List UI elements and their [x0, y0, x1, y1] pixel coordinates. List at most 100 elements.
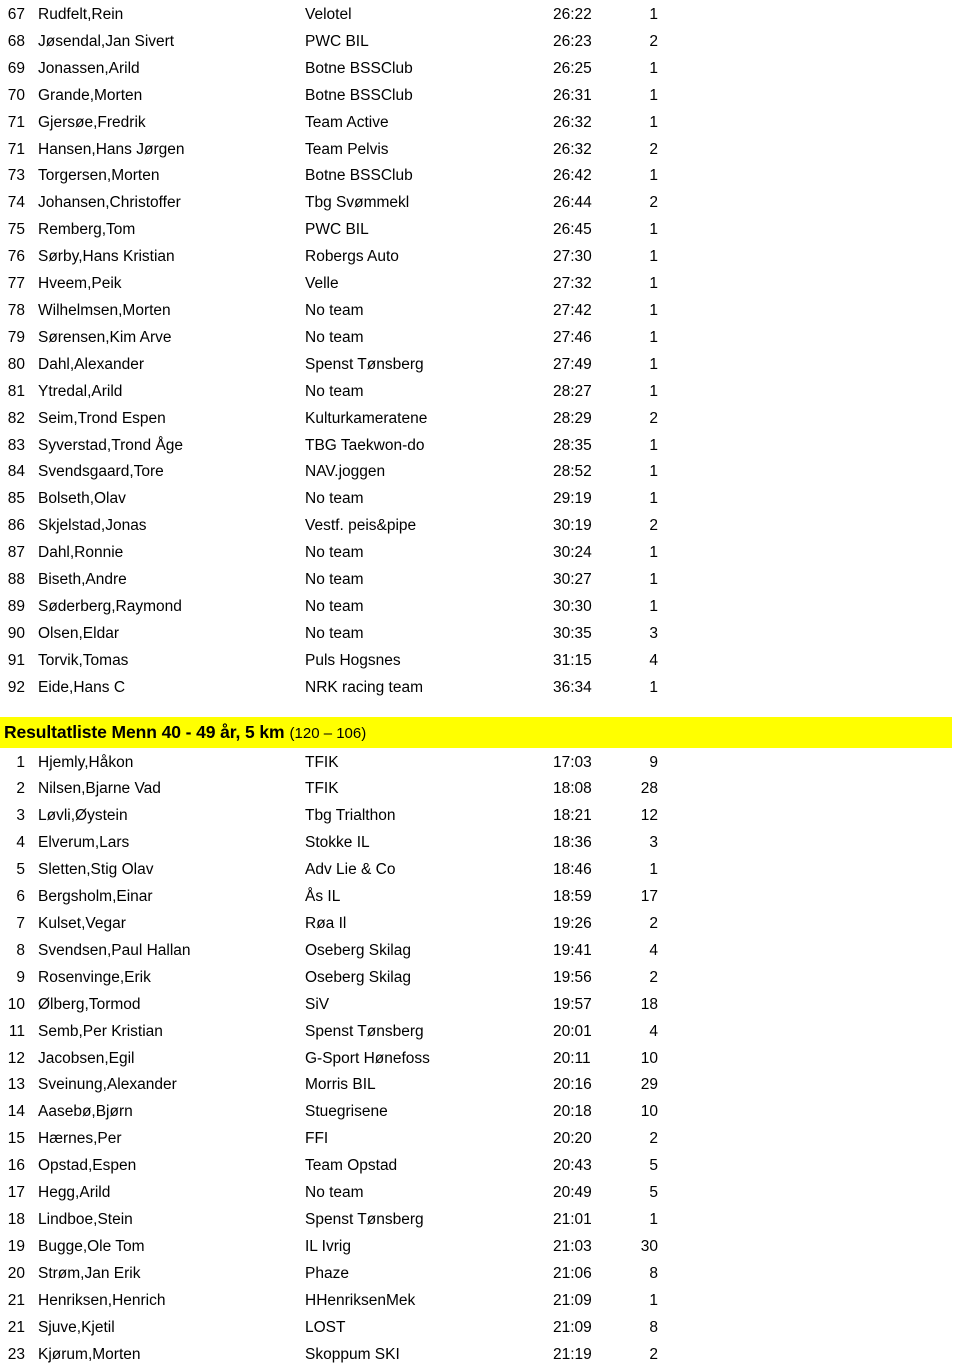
result-points: 1 — [626, 540, 666, 567]
athlete-team: Vestf. peis&pipe — [305, 513, 553, 540]
table-row: 76Sørby,Hans KristianRobergs Auto27:301 — [0, 244, 960, 271]
row-trailing-space — [666, 83, 960, 110]
result-time: 30:27 — [553, 567, 626, 594]
athlete-name: Hjemly,Håkon — [38, 750, 305, 777]
result-time: 30:24 — [553, 540, 626, 567]
row-trailing-space — [666, 513, 960, 540]
result-rank: 77 — [0, 271, 38, 298]
athlete-name: Kulset,Vegar — [38, 911, 305, 938]
result-time: 18:08 — [553, 776, 626, 803]
result-time: 30:35 — [553, 621, 626, 648]
table-row: 86Skjelstad,JonasVestf. peis&pipe30:192 — [0, 513, 960, 540]
table-row: 15Hærnes,PerFFI20:202 — [0, 1126, 960, 1153]
table-row: 18Lindboe,SteinSpenst Tønsberg21:011 — [0, 1207, 960, 1234]
result-rank: 14 — [0, 1099, 38, 1126]
table-row: 20Strøm,Jan ErikPhaze21:068 — [0, 1261, 960, 1288]
athlete-team: FFI — [305, 1126, 553, 1153]
row-trailing-space — [666, 776, 960, 803]
athlete-team: Stokke IL — [305, 830, 553, 857]
result-points: 5 — [626, 1180, 666, 1207]
table-row: 92Eide,Hans CNRK racing team36:341 — [0, 675, 960, 702]
result-time: 27:42 — [553, 298, 626, 325]
athlete-team: Botne BSSClub — [305, 83, 553, 110]
table-row: 83Syverstad,Trond ÅgeTBG Taekwon-do28:35… — [0, 433, 960, 460]
result-time: 21:01 — [553, 1207, 626, 1234]
table-row: 2Nilsen,Bjarne VadTFIK18:0828 — [0, 776, 960, 803]
athlete-name: Svendsen,Paul Hallan — [38, 938, 305, 965]
table-row: 13Sveinung,AlexanderMorris BIL20:1629 — [0, 1072, 960, 1099]
row-trailing-space — [666, 1315, 960, 1342]
table-row: 67Rudfelt,ReinVelotel26:221 — [0, 2, 960, 29]
athlete-name: Torgersen,Morten — [38, 163, 305, 190]
result-rank: 15 — [0, 1126, 38, 1153]
result-points: 2 — [626, 911, 666, 938]
athlete-team: Tbg Svømmekl — [305, 190, 553, 217]
result-rank: 13 — [0, 1072, 38, 1099]
athlete-team: Tbg Trialthon — [305, 803, 553, 830]
row-trailing-space — [666, 298, 960, 325]
table-row: 21Sjuve,KjetilLOST21:098 — [0, 1315, 960, 1342]
result-points: 1 — [626, 83, 666, 110]
row-trailing-space — [666, 965, 960, 992]
result-points: 2 — [626, 1342, 666, 1368]
table-row: 79Sørensen,Kim ArveNo team27:461 — [0, 325, 960, 352]
table-row: 91Torvik,TomasPuls Hogsnes31:154 — [0, 648, 960, 675]
result-time: 28:29 — [553, 406, 626, 433]
athlete-team: Phaze — [305, 1261, 553, 1288]
result-points: 2 — [626, 29, 666, 56]
table-row: 14Aasebø,BjørnStuegrisene20:1810 — [0, 1099, 960, 1126]
athlete-team: No team — [305, 325, 553, 352]
result-points: 1 — [626, 459, 666, 486]
result-time: 20:49 — [553, 1180, 626, 1207]
athlete-name: Hegg,Arild — [38, 1180, 305, 1207]
result-time: 26:23 — [553, 29, 626, 56]
result-rank: 89 — [0, 594, 38, 621]
result-time: 27:30 — [553, 244, 626, 271]
athlete-team: SiV — [305, 992, 553, 1019]
row-trailing-space — [666, 1153, 960, 1180]
table-row: 1Hjemly,HåkonTFIK17:039 — [0, 750, 960, 777]
table-row: 19Bugge,Ole TomIL Ivrig21:0330 — [0, 1234, 960, 1261]
athlete-name: Dahl,Alexander — [38, 352, 305, 379]
row-trailing-space — [666, 217, 960, 244]
result-rank: 81 — [0, 379, 38, 406]
result-time: 21:03 — [553, 1234, 626, 1261]
results-table: 1Hjemly,HåkonTFIK17:0392Nilsen,Bjarne Va… — [0, 750, 960, 1368]
section-title: Resultatliste Menn 40 - 49 år, 5 km — [4, 722, 285, 742]
table-row: 10Ølberg,TormodSiV19:5718 — [0, 992, 960, 1019]
athlete-name: Rudfelt,Rein — [38, 2, 305, 29]
result-points: 1 — [626, 271, 666, 298]
athlete-team: No team — [305, 298, 553, 325]
table-row: 87Dahl,RonnieNo team30:241 — [0, 540, 960, 567]
athlete-name: Dahl,Ronnie — [38, 540, 305, 567]
athlete-name: Elverum,Lars — [38, 830, 305, 857]
athlete-name: Bolseth,Olav — [38, 486, 305, 513]
result-rank: 67 — [0, 2, 38, 29]
athlete-team: Botne BSSClub — [305, 163, 553, 190]
result-rank: 18 — [0, 1207, 38, 1234]
result-time: 21:09 — [553, 1315, 626, 1342]
result-points: 1 — [626, 244, 666, 271]
athlete-team: Team Active — [305, 110, 553, 137]
result-points: 2 — [626, 190, 666, 217]
row-trailing-space — [666, 163, 960, 190]
row-trailing-space — [666, 1342, 960, 1368]
section-heading-band: Resultatliste Menn 40 - 49 år, 5 km(120 … — [0, 717, 952, 748]
result-points: 10 — [626, 1099, 666, 1126]
results-table: 67Rudfelt,ReinVelotel26:22168Jøsendal,Ja… — [0, 2, 960, 702]
table-row: 11Semb,Per KristianSpenst Tønsberg20:014 — [0, 1019, 960, 1046]
athlete-name: Hærnes,Per — [38, 1126, 305, 1153]
athlete-team: HHenriksenMek — [305, 1288, 553, 1315]
row-trailing-space — [666, 137, 960, 164]
row-trailing-space — [666, 56, 960, 83]
result-points: 1 — [626, 2, 666, 29]
result-rank: 92 — [0, 675, 38, 702]
result-points: 1 — [626, 433, 666, 460]
athlete-team: Skoppum SKI — [305, 1342, 553, 1368]
athlete-name: Sjuve,Kjetil — [38, 1315, 305, 1342]
athlete-name: Nilsen,Bjarne Vad — [38, 776, 305, 803]
result-points: 1 — [626, 352, 666, 379]
result-time: 26:25 — [553, 56, 626, 83]
result-rank: 4 — [0, 830, 38, 857]
table-row: 16Opstad,EspenTeam Opstad20:435 — [0, 1153, 960, 1180]
